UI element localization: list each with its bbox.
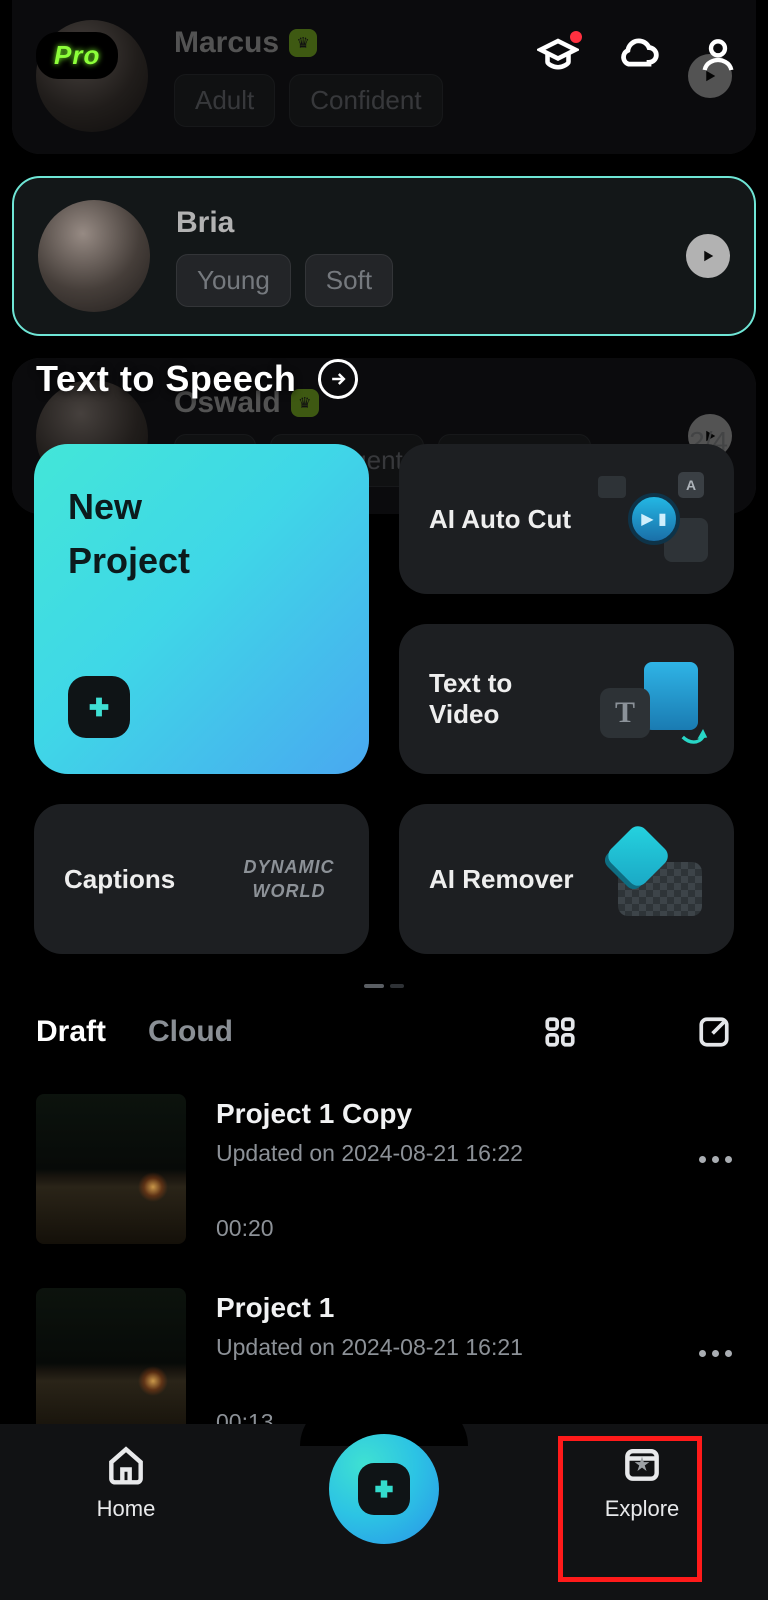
text-to-video-icon: T [604,658,704,740]
profile-icon[interactable] [696,33,740,77]
nav-home[interactable]: Home [66,1442,186,1522]
pager-indicator [0,984,768,988]
arrow-right-icon [318,359,358,399]
voice-card-marcus[interactable]: Marcus ♛ Adult Confident [12,0,756,154]
create-button[interactable] [329,1434,439,1544]
tutorial-icon[interactable] [536,33,580,77]
draft-thumbnail [36,1288,186,1438]
grid-view-icon[interactable] [542,1014,578,1050]
nav-explore[interactable]: Explore [582,1442,702,1522]
draft-title: Project 1 [216,1292,732,1324]
new-project-button[interactable]: New Project [34,444,369,774]
section-title: Text to Speech [36,358,296,400]
pro-badge[interactable]: Pro [36,32,118,79]
draft-item[interactable]: Project 1 Copy Updated on 2024-08-21 16:… [36,1094,732,1244]
more-options-button[interactable] [699,1350,732,1357]
auto-cut-icon: A ▶ ▮ [604,478,704,560]
draft-updated: Updated on 2024-08-21 16:22 [216,1140,732,1167]
plus-icon [358,1463,410,1515]
section-header-tts[interactable]: Text to Speech [36,358,358,400]
ai-remover-button[interactable]: AI Remover [399,804,734,954]
draft-thumbnail [36,1094,186,1244]
notification-dot [570,31,582,43]
more-options-button[interactable] [699,1156,732,1163]
library-tabs: Draft Cloud [36,1014,732,1050]
plus-icon [68,676,130,738]
voice-card-bria[interactable]: Bria Young Soft [12,176,756,336]
tab-cloud[interactable]: Cloud [148,1015,233,1049]
captions-button[interactable]: Captions DYNAMIC WORLD [34,804,369,954]
edit-list-icon[interactable] [696,1014,732,1050]
captions-icon: DYNAMIC WORLD [239,838,339,920]
draft-duration: 00:20 [216,1215,732,1242]
draft-updated: Updated on 2024-08-21 16:21 [216,1334,732,1361]
ai-auto-cut-button[interactable]: AI Auto Cut A ▶ ▮ [399,444,734,594]
text-to-video-button[interactable]: Text to Video T [399,624,734,774]
cloud-icon[interactable] [616,33,660,77]
new-project-label: New Project [68,480,190,588]
remover-icon [604,838,704,920]
draft-title: Project 1 Copy [216,1098,732,1130]
tab-draft[interactable]: Draft [36,1015,106,1049]
